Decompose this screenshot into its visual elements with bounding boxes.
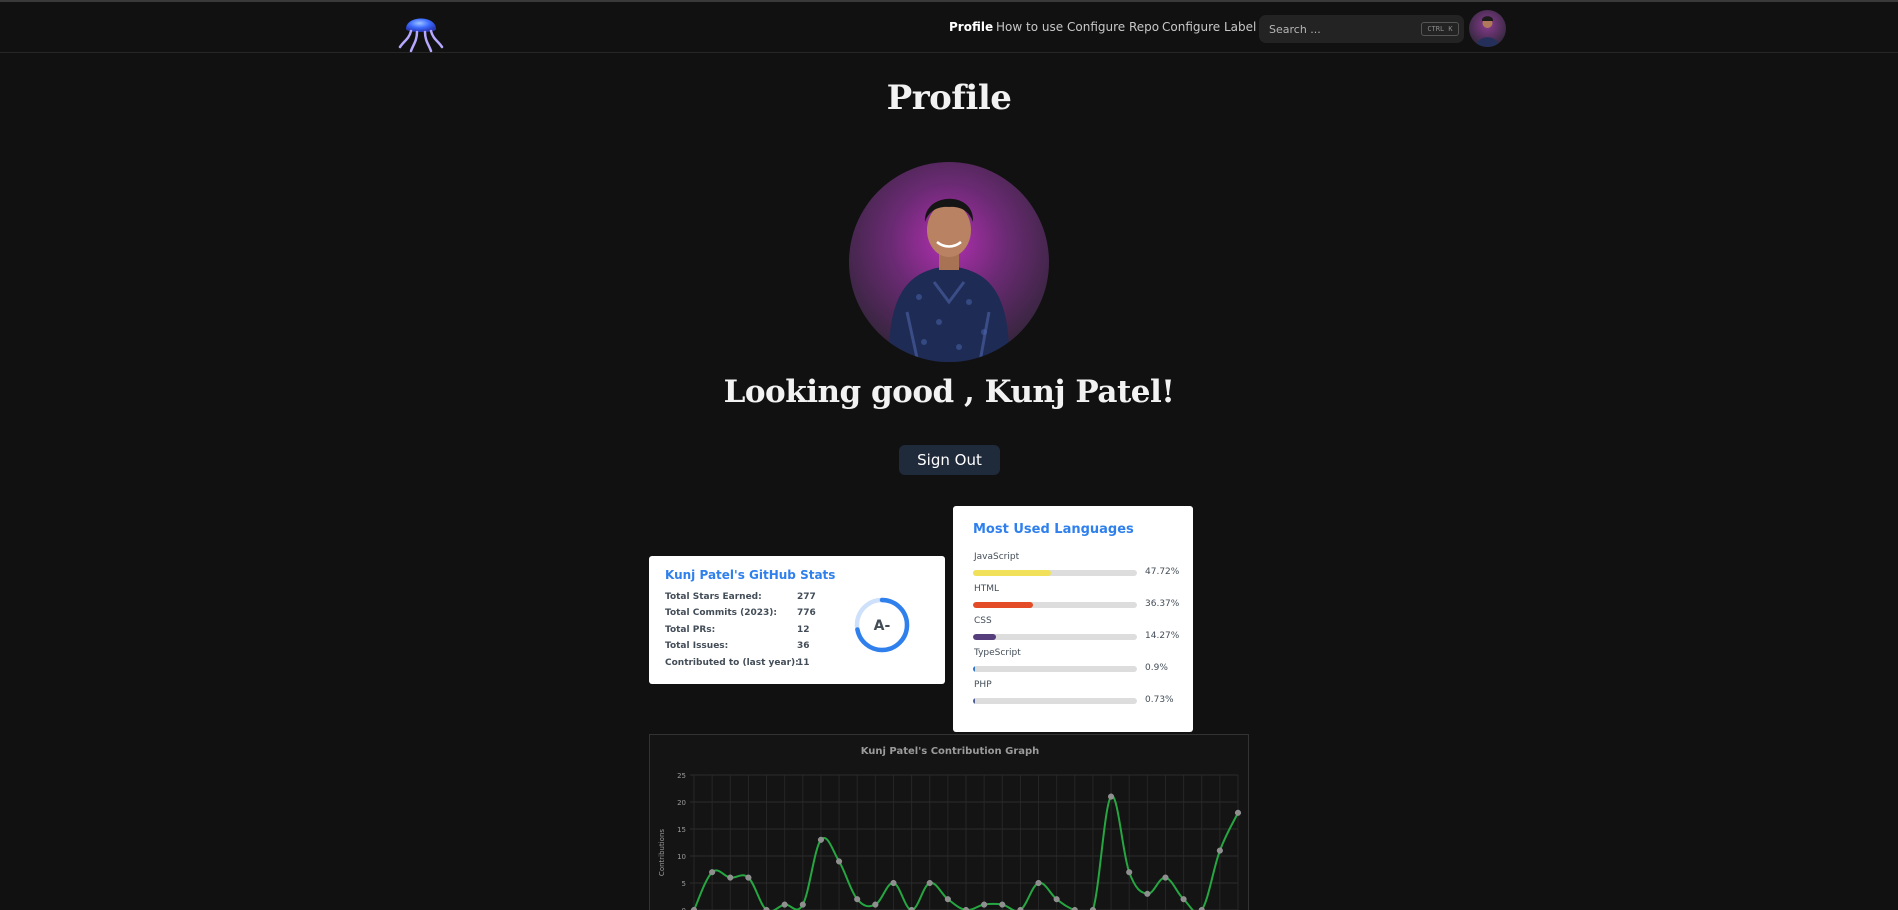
y-tick-label: 5 bbox=[682, 880, 686, 888]
contribution-point bbox=[709, 869, 716, 876]
language-percent: 36.37% bbox=[1145, 599, 1180, 609]
contribution-point bbox=[745, 874, 752, 881]
language-percent: 14.27% bbox=[1145, 631, 1180, 641]
profile-photo bbox=[849, 162, 1049, 362]
contribution-point bbox=[781, 901, 788, 908]
contribution-point bbox=[999, 901, 1006, 908]
contribution-graph: 0510152025Contributions bbox=[658, 772, 1242, 910]
y-axis-label: Contributions bbox=[658, 829, 666, 876]
stat-label: Total Commits (2023): bbox=[665, 608, 778, 618]
language-bar-fill bbox=[973, 634, 997, 640]
contribution-point bbox=[799, 901, 806, 908]
contribution-point bbox=[1144, 890, 1151, 897]
contribution-point bbox=[890, 879, 897, 887]
contribution-point bbox=[1180, 896, 1187, 903]
contribution-graph-card: Kunj Patel's Contribution Graph 05101520… bbox=[649, 734, 1249, 910]
contribution-point bbox=[836, 858, 843, 865]
nav-link-configure-label[interactable]: Configure Label bbox=[1162, 20, 1256, 34]
contribution-point bbox=[1035, 879, 1042, 887]
contribution-point bbox=[1126, 869, 1133, 876]
search-shortcut-badge: CTRL K bbox=[1421, 22, 1459, 36]
sign-out-button[interactable]: Sign Out bbox=[899, 445, 1000, 475]
stat-value: 12 bbox=[797, 625, 810, 635]
rank-ring: A- bbox=[854, 597, 910, 653]
contribution-point bbox=[1162, 874, 1169, 881]
language-bar-track bbox=[973, 698, 1137, 704]
stat-value: 11 bbox=[797, 658, 810, 668]
contribution-point bbox=[1053, 896, 1060, 903]
user-avatar-icon bbox=[1476, 16, 1499, 47]
page-title: Profile bbox=[886, 78, 1012, 118]
contribution-point bbox=[926, 879, 933, 887]
languages-title: Most Used Languages bbox=[973, 522, 1134, 537]
greeting-heading: Looking good , Kunj Patel! bbox=[723, 374, 1175, 410]
language-name: HTML bbox=[974, 584, 1000, 594]
github-stats-card: Kunj Patel's GitHub Stats Total Stars Ea… bbox=[649, 556, 945, 684]
language-percent: 0.9% bbox=[1145, 663, 1168, 673]
stat-label: Contributed to (last year): bbox=[665, 658, 799, 668]
language-name: TypeScript bbox=[974, 648, 1021, 658]
stat-value: 776 bbox=[797, 608, 816, 618]
stat-label: Total Issues: bbox=[665, 641, 729, 651]
nav-link-how-to-use[interactable]: How to use bbox=[996, 20, 1063, 34]
language-bar-track bbox=[973, 602, 1137, 608]
rank-grade: A- bbox=[874, 618, 891, 634]
nav-link-profile[interactable]: Profile bbox=[949, 20, 993, 34]
profile-person-icon bbox=[849, 162, 1049, 362]
language-bar-track bbox=[973, 570, 1137, 576]
stat-label: Total PRs: bbox=[665, 625, 716, 635]
navbar: Profile How to use Configure Repo Config… bbox=[0, 2, 1898, 53]
language-percent: 47.72% bbox=[1145, 567, 1180, 577]
jellyfish-logo-icon[interactable] bbox=[396, 7, 446, 53]
contribution-point bbox=[1216, 847, 1223, 854]
search-box[interactable]: CTRL K bbox=[1259, 15, 1464, 43]
language-bar-track bbox=[973, 634, 1137, 640]
language-name: CSS bbox=[974, 616, 992, 626]
nav-link-configure-repo[interactable]: Configure Repo bbox=[1067, 20, 1159, 34]
stat-value: 277 bbox=[797, 592, 816, 602]
user-avatar[interactable] bbox=[1469, 10, 1506, 47]
language-bar-fill bbox=[973, 666, 976, 672]
contribution-point bbox=[727, 874, 734, 881]
language-bar-fill bbox=[973, 698, 976, 704]
search-input[interactable] bbox=[1269, 20, 1409, 38]
language-bar-fill bbox=[973, 602, 1033, 608]
y-tick-label: 15 bbox=[677, 826, 686, 834]
language-bar-fill bbox=[973, 570, 1052, 576]
y-tick-label: 25 bbox=[677, 772, 686, 780]
contribution-point bbox=[1108, 793, 1115, 800]
language-bar-track bbox=[973, 666, 1137, 672]
contribution-point bbox=[981, 901, 988, 908]
stat-value: 36 bbox=[797, 641, 810, 651]
language-percent: 0.73% bbox=[1145, 695, 1174, 705]
y-tick-label: 20 bbox=[677, 799, 686, 807]
github-stats-title: Kunj Patel's GitHub Stats bbox=[665, 568, 836, 582]
contribution-point bbox=[1234, 809, 1242, 816]
contribution-point bbox=[872, 901, 879, 908]
contribution-point bbox=[944, 896, 951, 903]
languages-card: Most Used Languages JavaScript 47.72% HT… bbox=[953, 506, 1193, 732]
contribution-point bbox=[817, 836, 824, 843]
language-name: JavaScript bbox=[974, 552, 1020, 562]
contribution-point bbox=[854, 896, 861, 903]
language-name: PHP bbox=[974, 680, 992, 690]
y-tick-label: 10 bbox=[677, 853, 686, 861]
stat-label: Total Stars Earned: bbox=[665, 592, 762, 602]
